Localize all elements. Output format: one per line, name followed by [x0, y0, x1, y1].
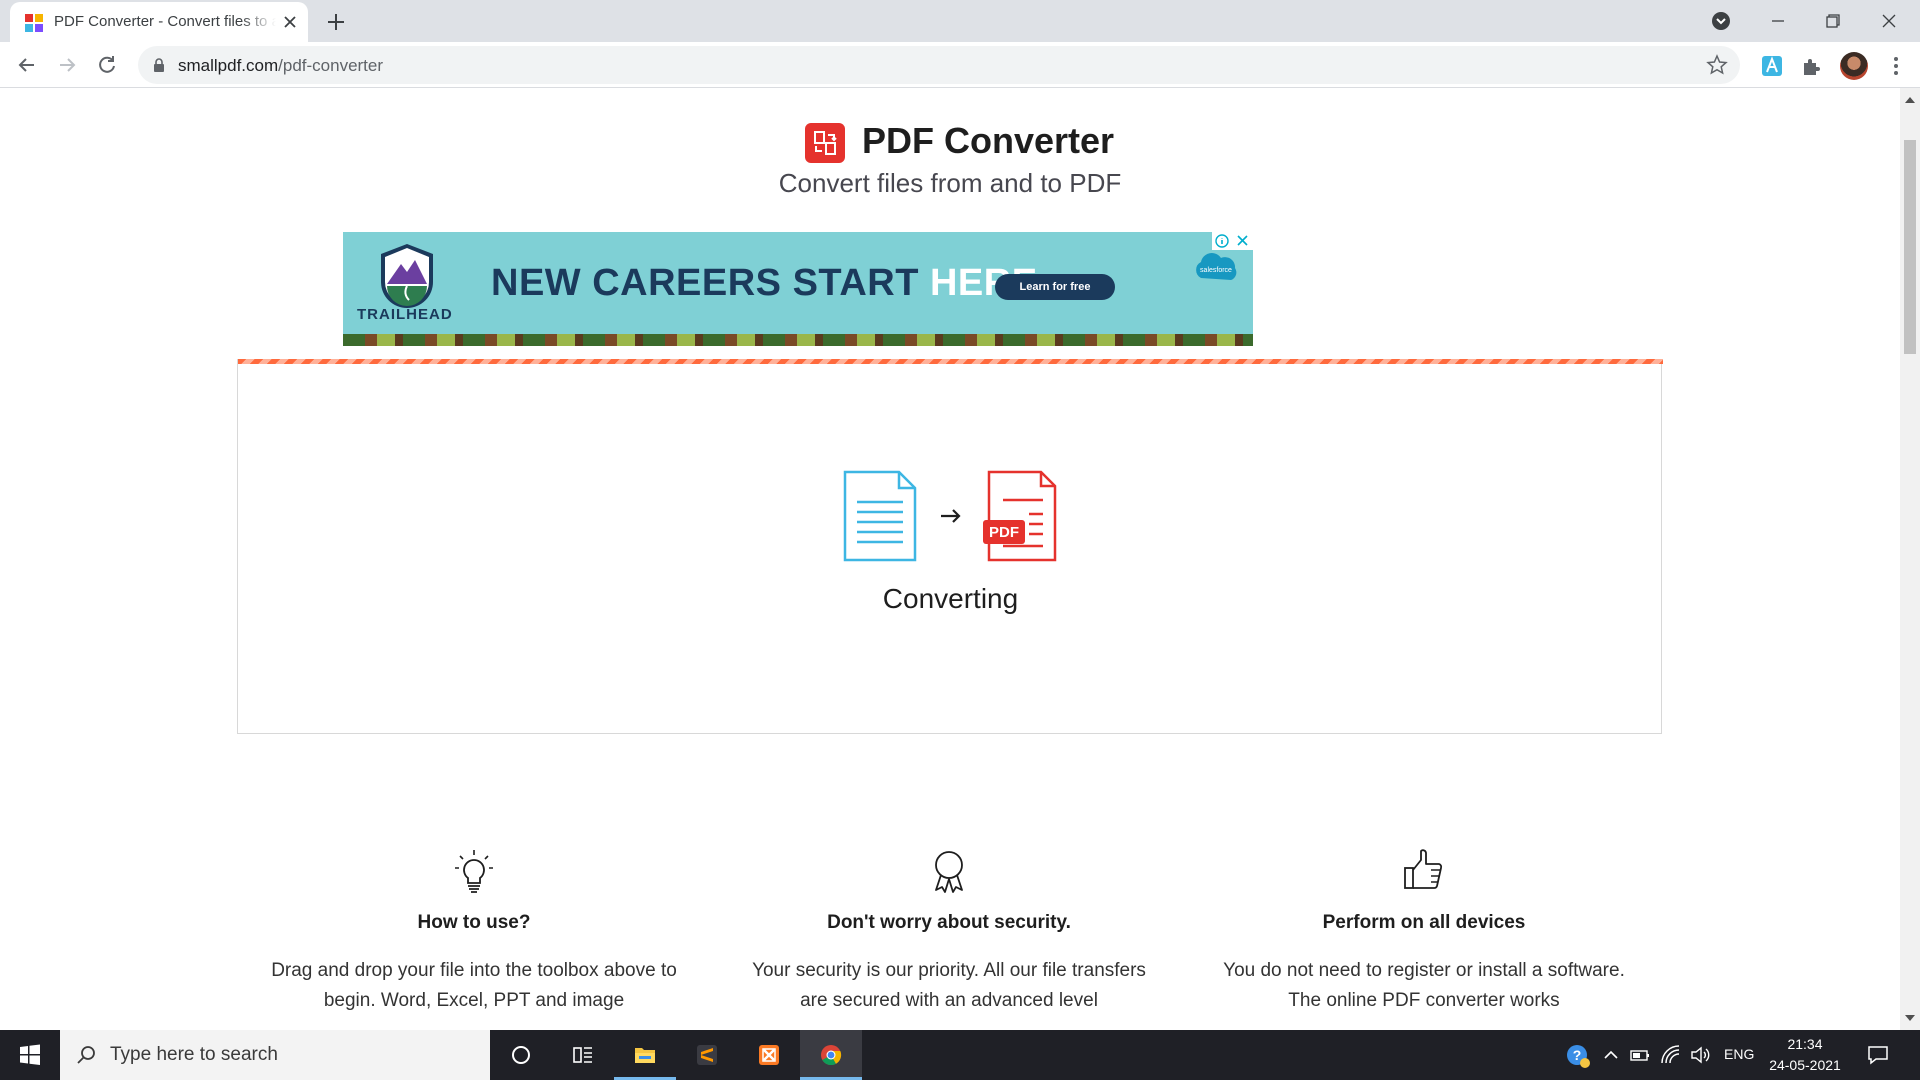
arrow-right-icon: [941, 509, 961, 523]
taskbar-sublime-text[interactable]: [676, 1030, 738, 1080]
windows-taskbar: Type here to search ? ENG 21:34 24-05-20…: [0, 1030, 1920, 1080]
advertisement-banner[interactable]: TRAILHEAD NEW CAREERS START HERE. Learn …: [343, 232, 1253, 346]
battery-icon[interactable]: [1629, 1044, 1651, 1066]
clock-date: 24-05-2021: [1769, 1057, 1841, 1073]
show-hidden-icons-chevron-icon[interactable]: [1600, 1044, 1622, 1066]
task-view-icon: [573, 1047, 592, 1063]
svg-text:?: ?: [1573, 1047, 1582, 1063]
chrome-icon: [821, 1045, 842, 1066]
pdf-badge-label: PDF: [989, 524, 1019, 541]
task-view-button[interactable]: [552, 1030, 614, 1080]
scrollbar-thumb[interactable]: [1904, 140, 1916, 354]
cortana-circle-icon: [512, 1046, 530, 1064]
taskbar-file-explorer[interactable]: [614, 1030, 676, 1080]
scroll-up-arrow-icon[interactable]: [1905, 96, 1915, 104]
ad-brand-name: TRAILHEAD: [357, 306, 453, 323]
conversion-status: Converting: [882, 583, 1019, 614]
taskbar-search-box[interactable]: Type here to search: [60, 1030, 490, 1080]
page-viewport: PDF Converter Convert files from and to …: [0, 88, 1900, 1030]
salesforce-cloud-logo-icon: salesforce: [1196, 253, 1237, 280]
url-text[interactable]: smallpdf.com/pdf-converter: [178, 56, 383, 76]
feature-how-to-use: How to use? Drag and drop your file into…: [264, 848, 684, 1016]
feature-title: Don't worry about security.: [827, 912, 1071, 933]
url-domain: smallpdf.com: [178, 56, 279, 75]
action-center-notification-icon[interactable]: [1866, 1043, 1890, 1067]
feature-text: Your security is our priority. All our f…: [752, 960, 1146, 1011]
cortana-button[interactable]: [490, 1030, 552, 1080]
extension-a-icon[interactable]: [1760, 54, 1784, 78]
scroll-down-arrow-icon[interactable]: [1905, 1014, 1915, 1022]
page-title: PDF Converter: [862, 120, 1115, 161]
close-window-icon[interactable]: [1876, 8, 1902, 34]
clock-time: 21:34: [1787, 1036, 1823, 1052]
url-path: /pdf-converter: [278, 56, 384, 75]
xampp-icon: [759, 1045, 779, 1065]
wifi-icon[interactable]: [1660, 1044, 1682, 1066]
smallpdf-favicon-icon: [25, 14, 43, 32]
vertical-scrollbar[interactable]: [1900, 88, 1920, 1030]
browser-tab-strip: PDF Converter - Convert files to and fro…: [0, 0, 1920, 42]
taskbar-search-placeholder: Type here to search: [110, 1044, 278, 1065]
ad-headline-main: NEW CAREERS START: [491, 262, 930, 304]
more-menu-icon[interactable]: [1884, 54, 1908, 78]
feature-text: You do not need to register or install a…: [1223, 960, 1625, 1011]
extensions-puzzle-icon[interactable]: [1800, 54, 1824, 78]
lightbulb-icon: [455, 850, 493, 893]
lock-icon[interactable]: [152, 57, 166, 73]
ad-headline: NEW CAREERS START HERE.: [491, 262, 1049, 305]
ad-foliage-strip: [343, 334, 1253, 346]
address-bar[interactable]: smallpdf.com/pdf-converter: [138, 46, 1740, 84]
taskbar-chrome[interactable]: [800, 1030, 862, 1080]
doc-to-pdf-conversion-icon: PDF: [843, 470, 1057, 562]
input-language[interactable]: ENG: [1724, 1046, 1754, 1062]
taskbar-xampp[interactable]: [738, 1030, 800, 1080]
close-tab-icon[interactable]: [280, 12, 300, 32]
volume-speaker-icon[interactable]: [1689, 1044, 1711, 1066]
source-document-icon: [843, 470, 917, 562]
tab-search-dropdown-icon[interactable]: [1708, 8, 1734, 34]
search-icon: [77, 1046, 95, 1064]
ad-close-icon[interactable]: [1232, 232, 1253, 250]
profile-avatar[interactable]: [1840, 52, 1868, 80]
feature-text: Drag and drop your file into the toolbox…: [271, 960, 677, 1011]
help-question-icon[interactable]: ?: [1565, 1043, 1591, 1069]
reload-icon[interactable]: [94, 52, 120, 78]
feature-title: Perform on all devices: [1322, 912, 1526, 933]
trailhead-mountain-logo-icon: [381, 244, 433, 308]
award-ribbon-icon: [935, 851, 963, 893]
minimize-window-icon[interactable]: [1765, 8, 1791, 34]
ad-cta-button[interactable]: Learn for free: [995, 274, 1115, 300]
system-clock[interactable]: 21:34 24-05-2021: [1760, 1034, 1850, 1076]
conversion-progress-stripe: [238, 359, 1663, 364]
feature-all-devices: Perform on all devices You do not need t…: [1214, 848, 1634, 1016]
sublime-text-icon: [697, 1045, 717, 1065]
forward-arrow-icon[interactable]: [54, 52, 80, 78]
browser-tab-active[interactable]: PDF Converter - Convert files to and fro…: [10, 2, 308, 42]
restore-window-icon[interactable]: [1820, 8, 1846, 34]
pdf-document-icon: PDF: [983, 470, 1057, 562]
back-arrow-icon[interactable]: [14, 52, 40, 78]
tab-title: PDF Converter - Convert files to and fro…: [54, 13, 276, 30]
browser-toolbar: smallpdf.com/pdf-converter: [0, 42, 1920, 88]
pdf-converter-logo-icon: [805, 123, 845, 163]
folder-icon: [635, 1048, 655, 1063]
feature-security: Don't worry about security. Your securit…: [739, 848, 1159, 1016]
ad-sponsor: salesforce: [1200, 267, 1232, 274]
new-tab-plus-icon[interactable]: [324, 10, 348, 34]
windows-start-icon[interactable]: [0, 1030, 60, 1080]
bookmark-star-icon[interactable]: [1706, 54, 1728, 76]
thumbs-up-icon: [1404, 849, 1443, 889]
ad-info-icon[interactable]: [1212, 232, 1232, 250]
page-subtitle: Convert files from and to PDF: [778, 168, 1122, 198]
converter-panel[interactable]: PDF Converting: [237, 359, 1663, 734]
feature-title: How to use?: [417, 912, 531, 933]
